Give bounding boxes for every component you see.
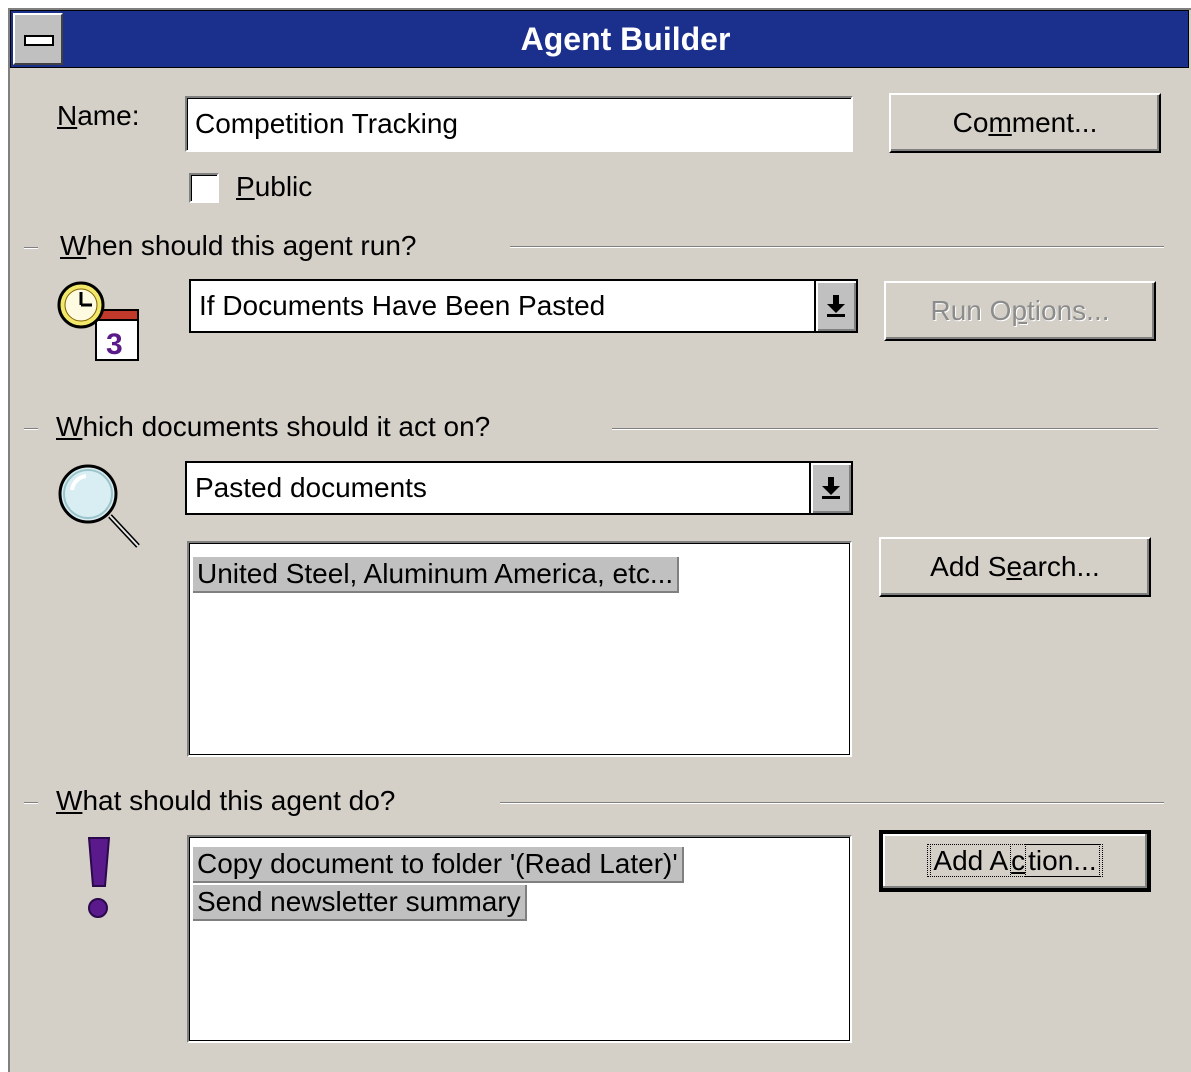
section-dash: [24, 247, 38, 249]
svg-text:3: 3: [106, 328, 123, 361]
clock-calendar-icon: 3: [54, 278, 144, 368]
scope-combobox[interactable]: Pasted documents: [185, 461, 853, 515]
section-dash: [24, 802, 38, 804]
trigger-value: If Documents Have Been Pasted: [199, 290, 606, 321]
window-title: Agent Builder: [520, 21, 731, 57]
chevron-down-icon: [822, 477, 840, 499]
trigger-dropdown-button[interactable]: [814, 281, 856, 331]
system-menu-button[interactable]: [13, 13, 63, 65]
when-section-heading: When should this agent run?: [60, 230, 417, 261]
action-listbox[interactable]: Copy document to folder '(Read Later)' S…: [187, 835, 852, 1043]
which-section-heading: Which documents should it act on?: [56, 411, 491, 442]
run-options-button[interactable]: Run Options...: [884, 281, 1156, 341]
section-dash: [24, 428, 38, 430]
section-separator: [612, 428, 1158, 430]
scope-dropdown-button[interactable]: [809, 463, 851, 513]
public-checkbox-label[interactable]: Public: [236, 171, 312, 203]
comment-button[interactable]: Comment...: [889, 93, 1161, 153]
system-menu-icon: [24, 35, 54, 46]
magnifier-icon: [52, 460, 148, 552]
what-section-heading: What should this agent do?: [56, 785, 396, 816]
name-field[interactable]: Competition Tracking: [185, 96, 853, 152]
list-item[interactable]: United Steel, Aluminum America, etc...: [193, 557, 680, 593]
add-search-button[interactable]: Add Search...: [879, 537, 1151, 597]
section-separator: [500, 802, 1164, 804]
scope-value: Pasted documents: [195, 472, 427, 503]
chevron-down-icon: [827, 295, 845, 317]
add-action-button[interactable]: Add Ac tion...: [879, 830, 1151, 892]
exclamation-icon: [84, 836, 114, 922]
search-listbox[interactable]: United Steel, Aluminum America, etc...: [187, 541, 852, 757]
public-checkbox[interactable]: [189, 173, 219, 203]
list-item[interactable]: Send newsletter summary: [193, 885, 527, 921]
list-item[interactable]: Copy document to folder '(Read Later)': [193, 847, 684, 883]
name-label: Name:: [57, 100, 140, 131]
section-separator: [510, 246, 1164, 248]
title-bar[interactable]: Agent Builder: [10, 10, 1189, 68]
trigger-combobox[interactable]: If Documents Have Been Pasted: [189, 279, 858, 333]
